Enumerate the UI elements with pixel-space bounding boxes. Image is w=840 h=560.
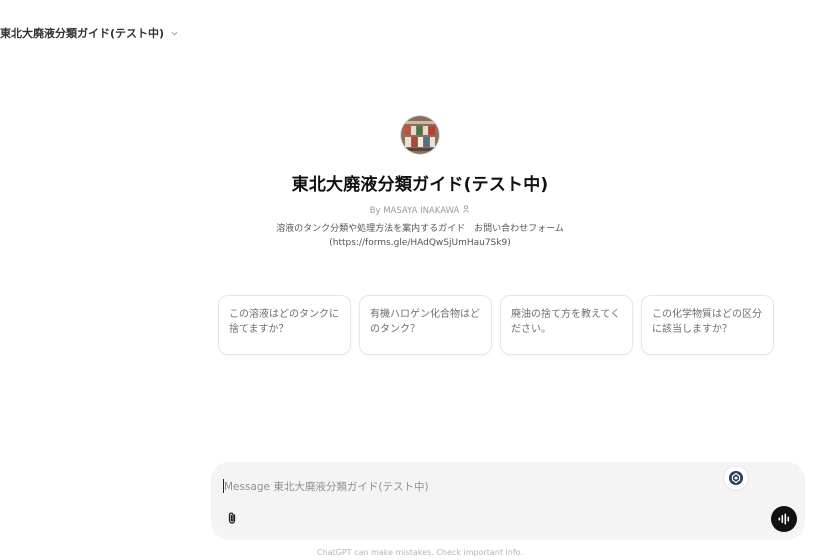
- footer-disclaimer: ChatGPT can make mistakes. Check importa…: [317, 548, 523, 557]
- byline-text: By MASAYA INAKAWA: [369, 205, 460, 216]
- gpt-byline[interactable]: By MASAYA INAKAWA: [370, 205, 471, 216]
- gpt-title: 東北大廃液分類ガイド(テスト中): [291, 175, 549, 195]
- starter-prompt-1[interactable]: この溶液はどのタンクに捨てますか？: [218, 295, 351, 355]
- gpt-description: 溶液のタンク分類や処理方法を案内するガイド お問い合わせフォーム (https:…: [240, 222, 600, 250]
- paperclip-icon: [226, 510, 238, 529]
- gpt-logo-icon[interactable]: [724, 466, 748, 490]
- message-input[interactable]: [224, 478, 704, 496]
- text-caret: [223, 479, 224, 493]
- model-selector[interactable]: 東北大廃液分類ガイド(テスト中): [0, 22, 184, 44]
- chevron-down-icon: [168, 27, 180, 39]
- gpt-avatar-icon: [401, 116, 439, 154]
- starter-prompt-2[interactable]: 有機ハロゲン化合物はどのタンク？: [359, 295, 492, 355]
- starter-prompt-4[interactable]: この化学物質はどの区分に該当しますか？: [641, 295, 774, 355]
- chat-page: 東北大廃液分類ガイド(テスト中) 東北大廃液分類ガイド(テスト中) By MAS…: [0, 0, 840, 560]
- voice-mode-icon: [777, 510, 791, 529]
- conversation-starters: この溶液はどのタンクに捨てますか？ 有機ハロゲン化合物はどのタンク？ 廃油の捨て…: [218, 295, 774, 355]
- gpt-intro: 東北大廃液分類ガイド(テスト中) By MASAYA INAKAWA 溶液のタン…: [0, 116, 840, 250]
- voice-mode-button[interactable]: [771, 506, 797, 532]
- starter-prompt-3[interactable]: 廃油の捨て方を教えてください。: [500, 295, 633, 355]
- model-selector-label: 東北大廃液分類ガイド(テスト中): [0, 27, 165, 40]
- description-line-2: (https://forms.gle/HAdQwSjUmHau7Sk9): [329, 238, 511, 248]
- message-composer: [211, 462, 805, 540]
- description-line-1: 溶液のタンク分類や処理方法を案内するガイド お問い合わせフォーム: [276, 224, 564, 234]
- person-icon: [462, 205, 470, 216]
- attach-button[interactable]: [223, 510, 241, 528]
